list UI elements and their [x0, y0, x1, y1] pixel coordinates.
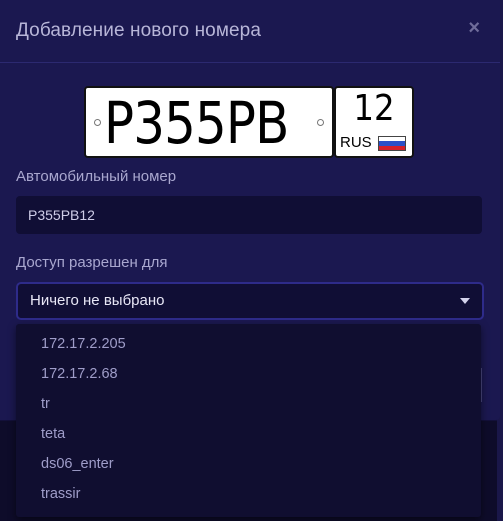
plate-country-code: RUS [340, 134, 372, 151]
plate-number-label: Автомобильный номер [16, 168, 177, 185]
plate-region-section: 12 RUS [334, 86, 414, 158]
dropdown-option[interactable]: ds06_enter [41, 456, 114, 472]
page: Добавление нового номера × Р355РВ 12 RUS… [0, 0, 503, 521]
plate-bolt-icon [317, 119, 324, 126]
access-select-value: Ничего не выбрано [30, 292, 165, 309]
dropdown-option[interactable]: teta [41, 426, 65, 442]
caret-down-icon [460, 298, 470, 304]
dropdown-option[interactable]: 172.17.2.68 [41, 366, 118, 382]
plate-region-code: 12 [353, 88, 395, 129]
dropdown-option[interactable]: tr [41, 396, 50, 412]
dialog-header: Добавление нового номера × [0, 0, 500, 63]
access-select[interactable]: Ничего не выбрано [16, 282, 484, 320]
access-label: Доступ разрешен для [16, 254, 168, 271]
plate-number-input[interactable]: Р355РВ12 [16, 196, 482, 234]
dropdown-option[interactable]: trassir [41, 486, 80, 502]
license-plate-preview: Р355РВ 12 RUS [84, 86, 414, 158]
russia-flag-icon [378, 136, 406, 151]
plate-number: Р355РВ [104, 89, 289, 157]
dropdown-option[interactable]: 172.17.2.205 [41, 336, 126, 352]
close-icon[interactable]: × [468, 18, 480, 38]
access-dropdown-menu: 172.17.2.205 172.17.2.68 tr teta ds06_en… [16, 324, 481, 517]
plate-bolt-icon [94, 119, 101, 126]
plate-main-section: Р355РВ [84, 86, 334, 158]
dialog-title: Добавление нового номера [16, 20, 262, 41]
